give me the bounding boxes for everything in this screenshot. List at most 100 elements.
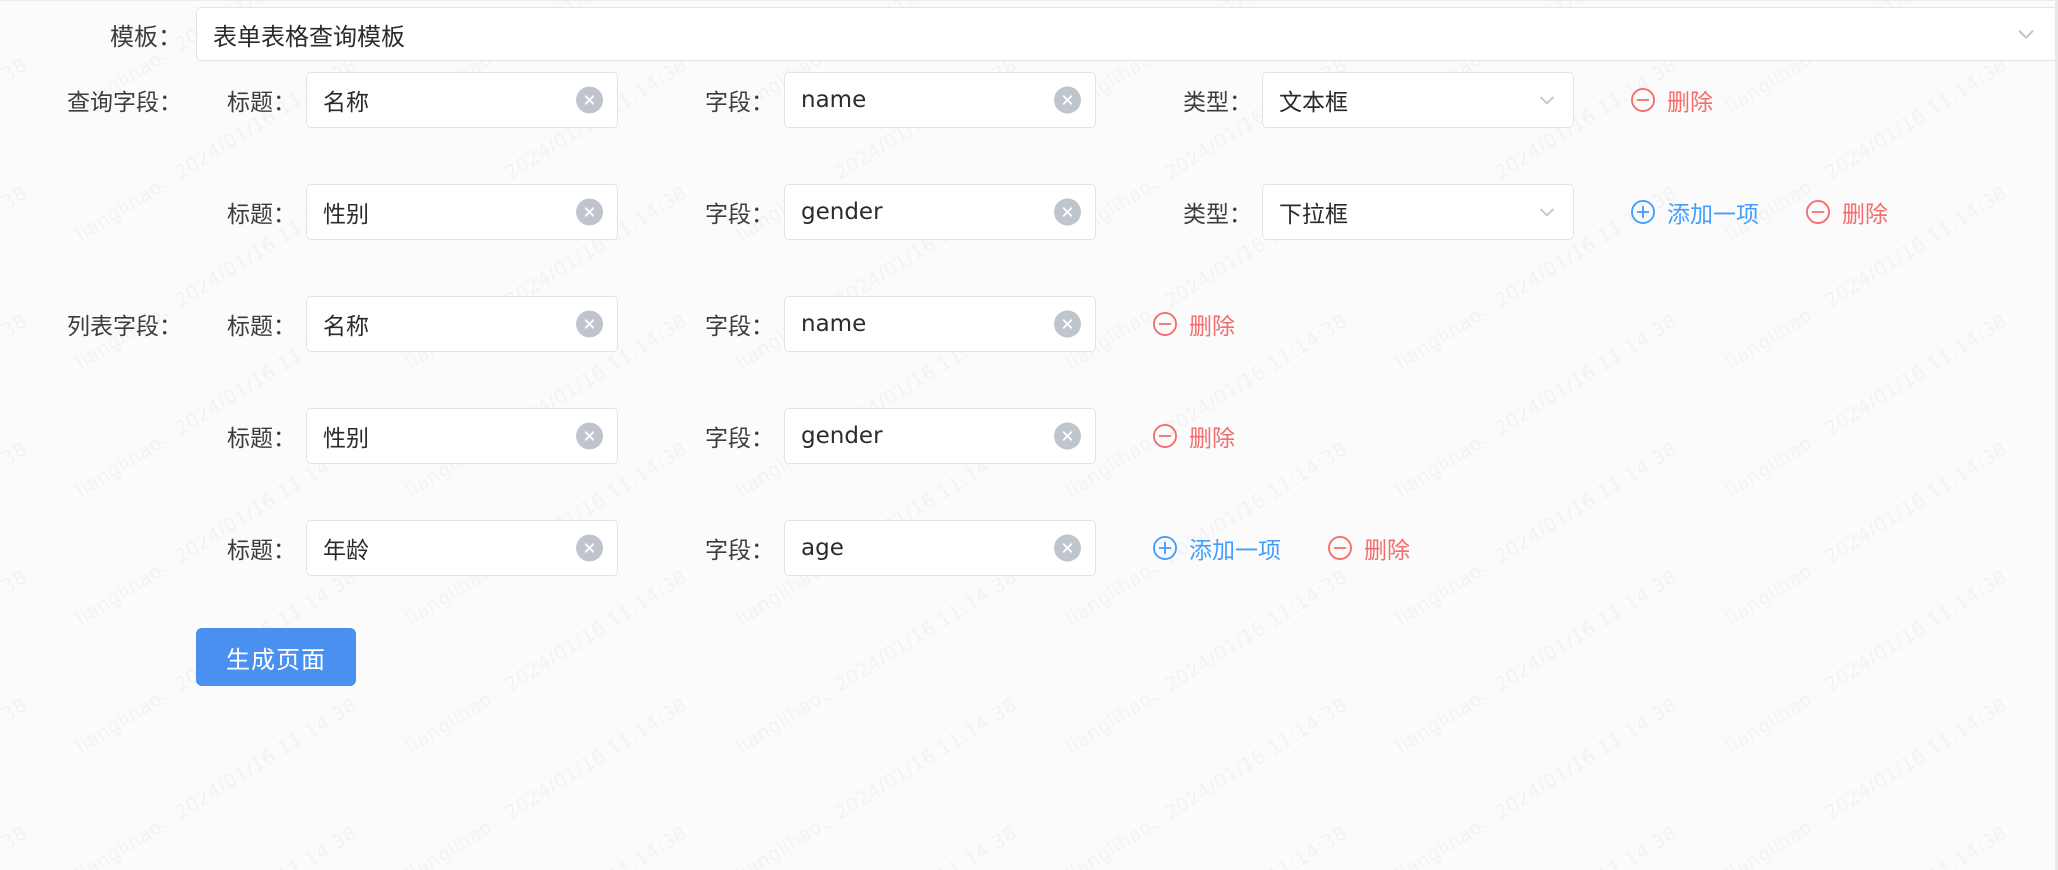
- watermark-text: lianglihao、2024/01/16 11:14:38: [1720, 691, 2012, 870]
- watermark-text: lianglihao、2024/01/16 11:14:38: [0, 819, 32, 870]
- title-input-value: 性别: [323, 202, 369, 228]
- circle-minus-icon: [1805, 199, 1831, 225]
- title-label: 标题：: [227, 90, 296, 116]
- field-row: 列表字段： 标题： 名称 字段： name 删除: [0, 292, 2058, 356]
- circle-close-icon[interactable]: [1054, 422, 1081, 450]
- form-content: 模板： 表单表格查询模板 查询字段： 标题： 名称 字段： name 类型： 文本框 删除 标题…: [0, 0, 2058, 686]
- delete-item-label: 删除: [1364, 538, 1410, 564]
- title-label: 标题：: [227, 426, 296, 452]
- add-item-label: 添加一项: [1189, 538, 1281, 564]
- circle-plus-icon: [1630, 199, 1656, 225]
- watermark-text: lianglihao、2024/01/16 11:14:38: [1060, 819, 1352, 870]
- field-input-value: name: [801, 87, 867, 113]
- circle-close-icon[interactable]: [576, 310, 603, 338]
- type-label: 类型：: [1183, 90, 1252, 116]
- field-input-value: age: [801, 535, 844, 561]
- circle-close-icon[interactable]: [1054, 198, 1081, 226]
- watermark-text: lianglihao、2024/01/16 11:14:38: [1390, 691, 1682, 870]
- title-label: 标题：: [227, 314, 296, 340]
- delete-item-label: 删除: [1667, 90, 1713, 116]
- generate-page-button[interactable]: 生成页面: [196, 628, 356, 686]
- section-label: 列表字段：: [67, 314, 182, 340]
- delete-item-button[interactable]: 删除: [1152, 307, 1235, 341]
- delete-item-label: 删除: [1842, 202, 1888, 228]
- watermark-text: lianglihao、2024/01/16 11:14:38: [70, 691, 362, 870]
- top-hairline: [0, 0, 2058, 1]
- template-row: 模板： 表单表格查询模板: [0, 0, 2058, 68]
- title-input-value: 性别: [323, 426, 369, 452]
- circle-close-icon[interactable]: [576, 198, 603, 226]
- circle-close-icon[interactable]: [1054, 310, 1081, 338]
- field-input-value: name: [801, 311, 867, 337]
- title-input[interactable]: 名称: [306, 72, 618, 128]
- circle-close-icon[interactable]: [576, 534, 603, 562]
- type-select-value: 文本框: [1279, 90, 1348, 116]
- field-label: 字段：: [705, 314, 774, 340]
- title-input[interactable]: 名称: [306, 296, 618, 352]
- title-input[interactable]: 年龄: [306, 520, 618, 576]
- watermark-text: lianglihao、2024/01/16 11:14:38: [1720, 819, 2012, 870]
- title-input-value: 名称: [323, 314, 369, 340]
- circle-close-icon[interactable]: [1054, 534, 1081, 562]
- add-item-button[interactable]: 添加一项: [1630, 195, 1759, 229]
- watermark-text: lianglihao、2024/01/16 11:14:38: [0, 691, 32, 870]
- circle-minus-icon: [1152, 311, 1178, 337]
- title-label: 标题：: [227, 202, 296, 228]
- circle-close-icon[interactable]: [576, 86, 603, 114]
- field-label: 字段：: [705, 426, 774, 452]
- field-label: 字段：: [705, 90, 774, 116]
- title-input-value: 名称: [323, 90, 369, 116]
- circle-close-icon[interactable]: [1054, 86, 1081, 114]
- delete-item-label: 删除: [1189, 314, 1235, 340]
- chevron-down-icon: [2015, 23, 2037, 45]
- field-input[interactable]: gender: [784, 184, 1096, 240]
- type-select[interactable]: 下拉框: [1262, 184, 1574, 240]
- title-input[interactable]: 性别: [306, 184, 618, 240]
- field-row: 查询字段： 标题： 名称 字段： name 类型： 文本框 删除: [0, 68, 2058, 132]
- title-label: 标题：: [227, 538, 296, 564]
- watermark-text: lianglihao、2024/01/16 11:14:38: [730, 819, 1022, 870]
- list-fields-section: 列表字段： 标题： 名称 字段： name 删除 标题： 性别 字段： gender 删除 标题： 年龄…: [0, 292, 2058, 580]
- field-input[interactable]: age: [784, 520, 1096, 576]
- field-input[interactable]: gender: [784, 408, 1096, 464]
- field-input[interactable]: name: [784, 72, 1096, 128]
- watermark-text: lianglihao、2024/01/16 11:14:38: [400, 819, 692, 870]
- field-input-value: gender: [801, 423, 883, 449]
- field-label: 字段：: [705, 538, 774, 564]
- delete-item-button[interactable]: 删除: [1152, 419, 1235, 453]
- chevron-down-icon: [1537, 202, 1557, 222]
- circle-minus-icon: [1152, 423, 1178, 449]
- template-select[interactable]: 表单表格查询模板: [196, 7, 2058, 61]
- field-input-value: gender: [801, 199, 883, 225]
- watermark-text: lianglihao、2024/01/16 11:14:38: [400, 691, 692, 870]
- template-label: 模板：: [110, 22, 182, 51]
- circle-minus-icon: [1327, 535, 1353, 561]
- field-row: 标题： 性别 字段： gender 类型： 下拉框 添加一项 删除: [0, 180, 2058, 244]
- delete-item-button[interactable]: 删除: [1630, 83, 1713, 117]
- circle-minus-icon: [1630, 87, 1656, 113]
- circle-close-icon[interactable]: [576, 422, 603, 450]
- query-fields-section: 查询字段： 标题： 名称 字段： name 类型： 文本框 删除 标题： 性别 字段： gender 类…: [0, 68, 2058, 244]
- watermark-text: lianglihao、2024/01/16 11:14:38: [1390, 819, 1682, 870]
- add-item-button[interactable]: 添加一项: [1152, 531, 1281, 565]
- title-input[interactable]: 性别: [306, 408, 618, 464]
- watermark-text: lianglihao、2024/01/16 11:14:38: [70, 819, 362, 870]
- delete-item-button[interactable]: 删除: [1327, 531, 1410, 565]
- field-row: 标题： 年龄 字段： age 添加一项 删除: [0, 516, 2058, 580]
- type-select-value: 下拉框: [1279, 202, 1348, 228]
- template-select-value: 表单表格查询模板: [213, 22, 405, 51]
- page-root: lianglihao、2024/01/16 11:14:38 lianglihao…: [0, 0, 2058, 870]
- title-input-value: 年龄: [323, 538, 369, 564]
- submit-row: 生成页面: [0, 628, 2058, 686]
- add-item-label: 添加一项: [1667, 202, 1759, 228]
- field-input[interactable]: name: [784, 296, 1096, 352]
- type-select[interactable]: 文本框: [1262, 72, 1574, 128]
- delete-item-button[interactable]: 删除: [1805, 195, 1888, 229]
- watermark-text: lianglihao、2024/01/16 11:14:38: [1060, 691, 1352, 870]
- type-label: 类型：: [1183, 202, 1252, 228]
- watermark-text: lianglihao、2024/01/16 11:14:38: [730, 691, 1022, 870]
- circle-plus-icon: [1152, 535, 1178, 561]
- field-row: 标题： 性别 字段： gender 删除: [0, 404, 2058, 468]
- delete-item-label: 删除: [1189, 426, 1235, 452]
- section-label: 查询字段：: [67, 90, 182, 116]
